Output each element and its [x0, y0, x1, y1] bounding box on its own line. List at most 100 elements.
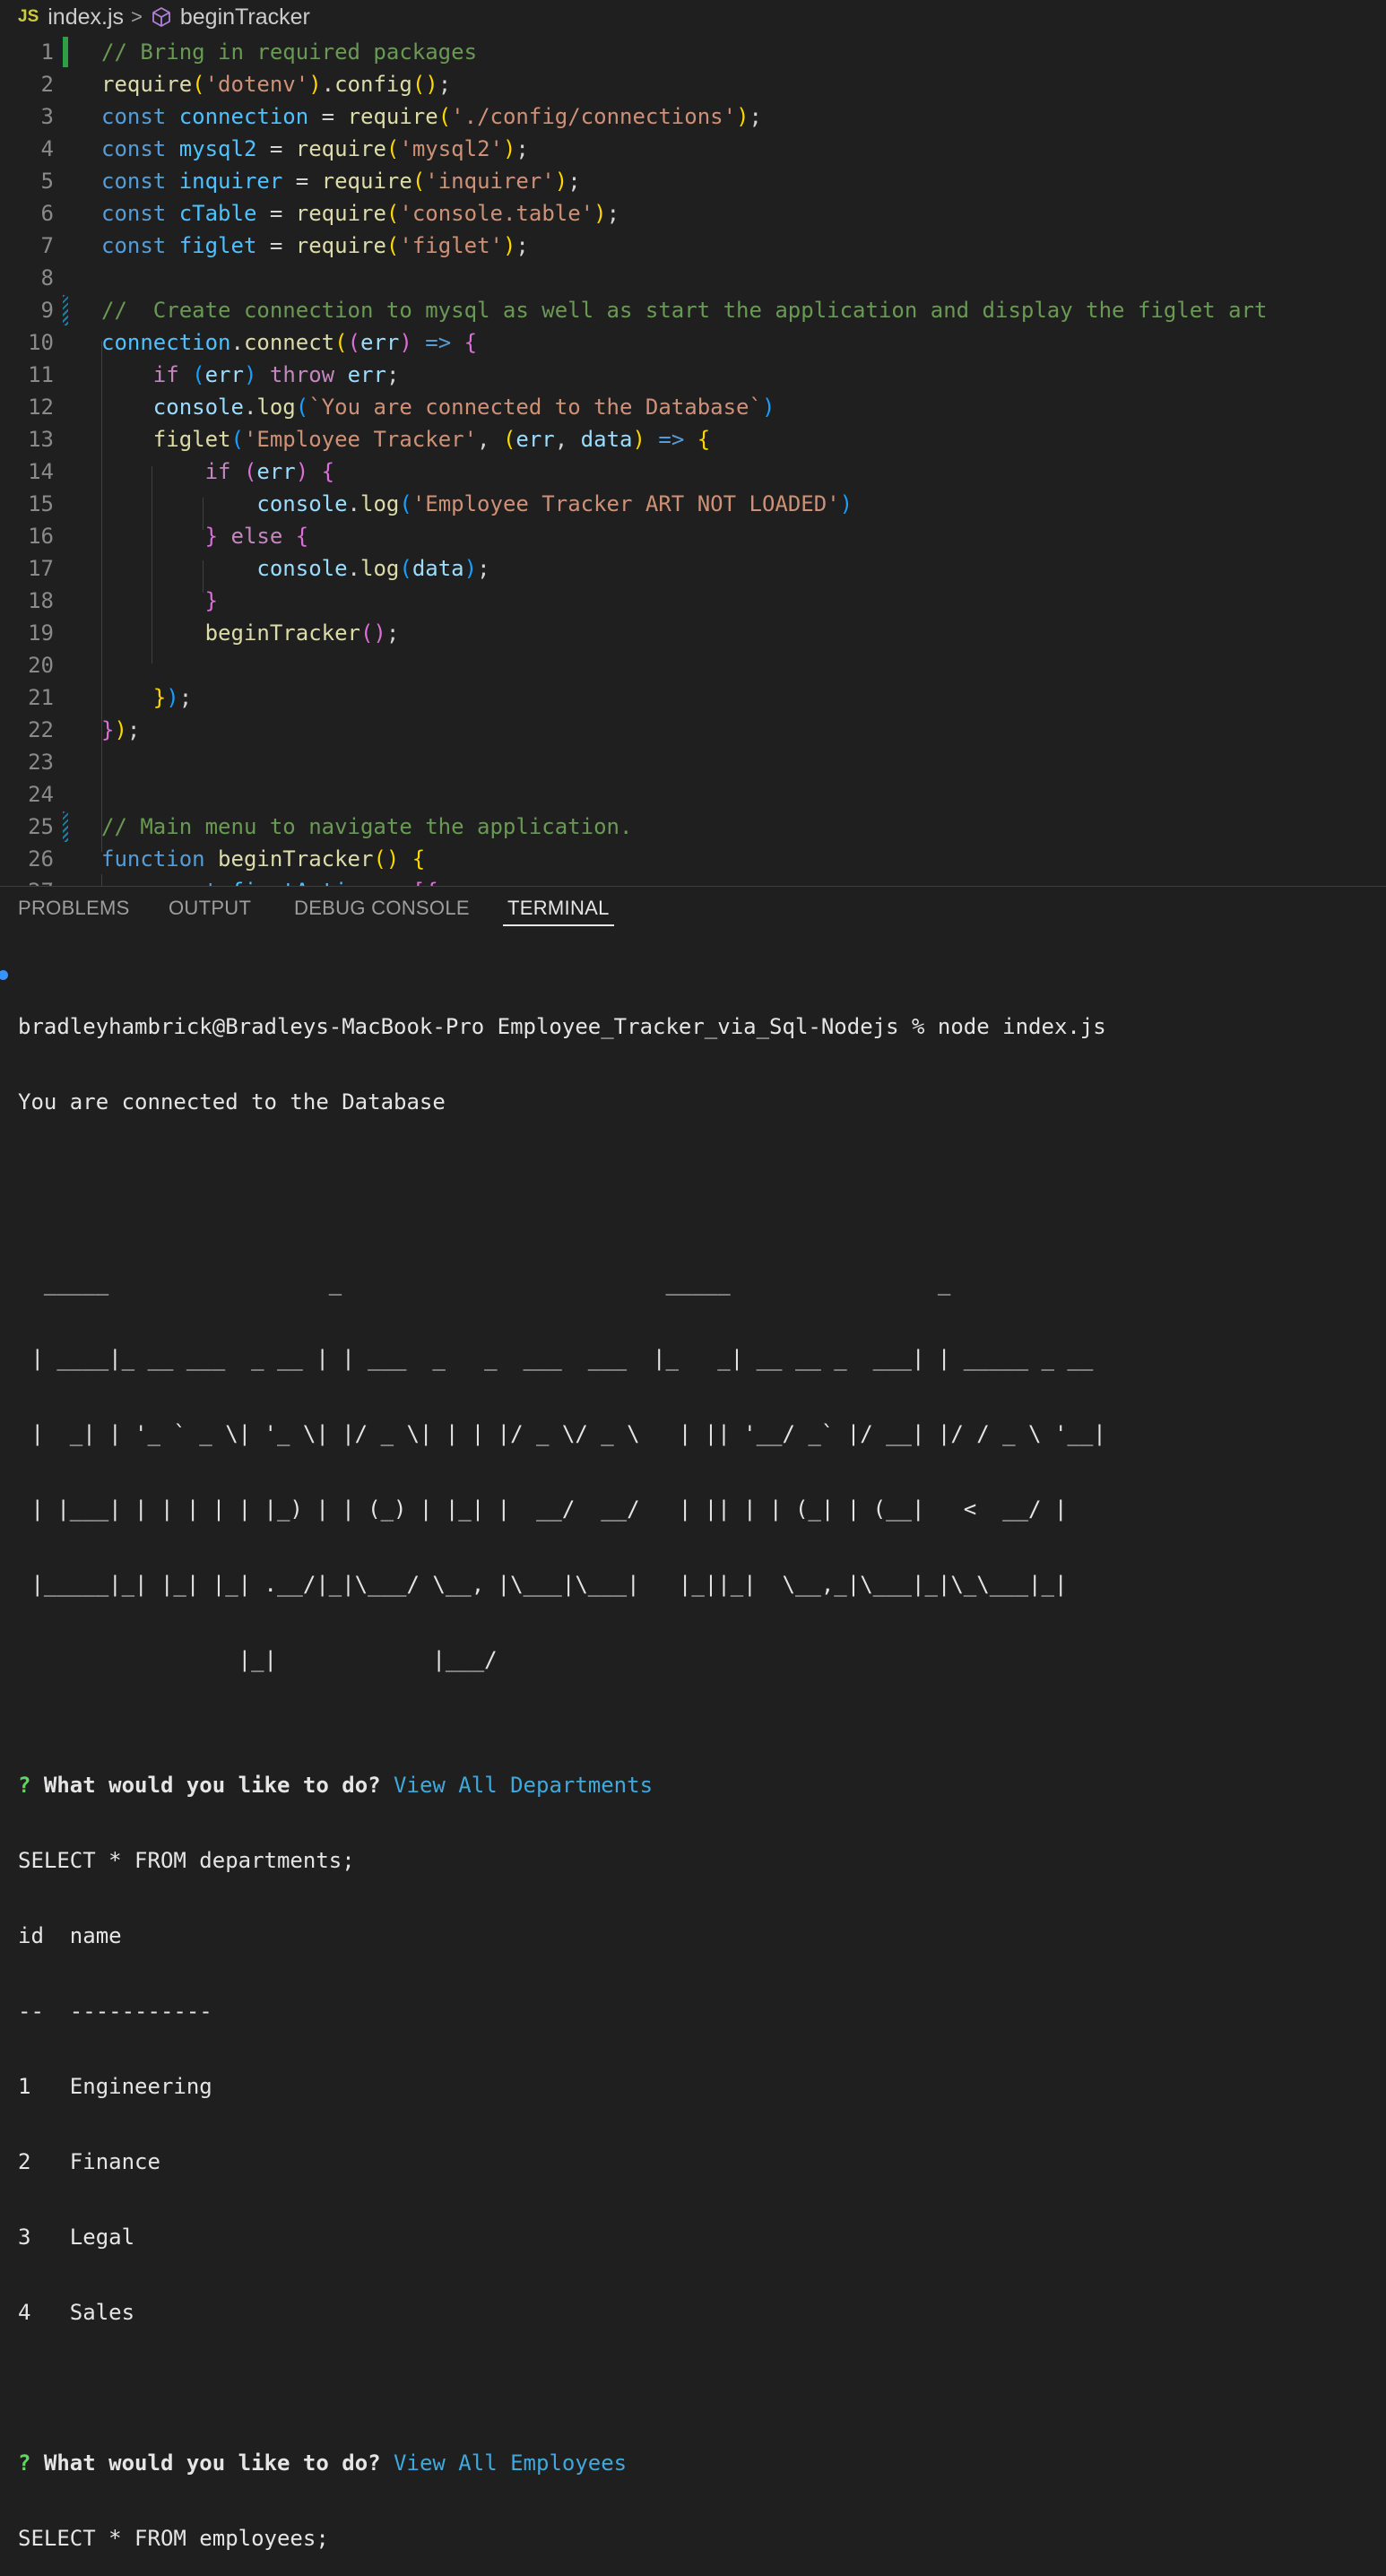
line-number: 1 — [40, 39, 54, 65]
code-token: ) — [295, 459, 309, 484]
code-line[interactable]: 23 — [0, 746, 1386, 778]
code-token: require — [321, 169, 412, 194]
code-line[interactable]: 18 } — [0, 585, 1386, 617]
code-token: ( — [192, 362, 205, 387]
code-line[interactable]: 10 connection.connect((err) => { — [0, 326, 1386, 359]
code-token: ( — [243, 459, 257, 484]
code-token: connect — [243, 330, 335, 355]
code-token: err — [256, 459, 296, 484]
code-line[interactable]: 27 const firstAction = [{ — [0, 875, 1386, 886]
code-token: 'mysql2' — [399, 136, 503, 161]
javascript-file-icon: JS — [18, 7, 39, 26]
code-line[interactable]: 9 // Create connection to mysql as well a… — [0, 294, 1386, 326]
code-token: ) — [736, 104, 749, 129]
question-text: What would you like to do? — [43, 2450, 381, 2476]
code-token: ( — [399, 491, 412, 516]
code-token: const — [101, 233, 179, 258]
sql-query-1: SELECT * FROM departments; — [18, 1848, 355, 1873]
ascii-art-line: |_| |___/ — [18, 1647, 498, 1672]
code-line[interactable]: 13 figlet('Employee Tracker', (err, data… — [0, 423, 1386, 455]
code-token: = — [308, 104, 348, 129]
code-line[interactable]: 14 if (err) { — [0, 455, 1386, 488]
code-token: ( — [347, 330, 361, 355]
code-line[interactable]: 3 const connection = require('./config/co… — [0, 100, 1386, 133]
code-line[interactable]: 15 console.log('Employee Tracker ART NOT… — [0, 488, 1386, 520]
code-line[interactable]: 24 — [0, 778, 1386, 811]
code-token: = — [256, 201, 296, 226]
code-line[interactable]: 22}); — [0, 714, 1386, 746]
command-status-dot-icon[interactable] — [0, 970, 8, 980]
question-answer: View All Departments — [394, 1773, 654, 1798]
breadcrumb: JS index.js > beginTracker — [0, 0, 1386, 34]
line-number: 25 — [28, 814, 54, 839]
code-line[interactable]: 20 — [0, 649, 1386, 681]
code-token: ( — [437, 104, 452, 129]
code-line[interactable]: 6 const cTable = require('console.table')… — [0, 197, 1386, 230]
code-token: () — [373, 846, 400, 872]
code-token: => — [411, 330, 464, 355]
code-token: ( — [230, 427, 244, 452]
code-line[interactable]: 11 if (err) throw err; — [0, 359, 1386, 391]
code-token: 'Employee Tracker' — [243, 427, 478, 452]
tab-terminal[interactable]: TERMINAL — [503, 887, 614, 926]
code-line[interactable]: 26 function beginTracker() { — [0, 843, 1386, 875]
code-line[interactable]: 12 console.log(`You are connected to the… — [0, 391, 1386, 423]
line-number: 21 — [28, 685, 54, 710]
tab-output[interactable]: OUTPUT — [169, 887, 251, 941]
code-token: require — [347, 104, 438, 129]
code-token: { — [411, 846, 426, 872]
line-number: 5 — [40, 169, 54, 194]
code-token: data — [580, 427, 633, 452]
code-token: ) — [839, 491, 853, 516]
code-token: require — [295, 233, 386, 258]
code-token: () — [359, 620, 386, 646]
code-line[interactable]: 17 console.log(data); — [0, 552, 1386, 585]
gutter-modified-marker[interactable] — [63, 811, 68, 842]
table-row: 3 Legal — [18, 2225, 135, 2250]
code-token: ; — [477, 556, 490, 581]
table-rule: -- ----------- — [18, 1999, 212, 2024]
code-line[interactable]: 8 — [0, 262, 1386, 294]
tab-debug-console[interactable]: DEBUG CONSOLE — [294, 887, 470, 941]
terminal-output[interactable]: bradleyhambrick@Bradleys-MacBook-Pro Emp… — [18, 964, 1381, 2576]
code-token: ( — [334, 330, 348, 355]
code-line[interactable]: 2 require('dotenv').config(); — [0, 68, 1386, 100]
code-token: // Main menu to navigate the application… — [101, 814, 633, 839]
tab-problems[interactable]: PROBLEMS — [18, 887, 130, 941]
code-line[interactable]: 7 const figlet = require('figlet'); — [0, 230, 1386, 262]
code-text: function beginTracker() { — [101, 843, 425, 875]
code-text: require('dotenv').config(); — [101, 68, 451, 100]
code-token: } — [204, 524, 219, 549]
line-number: 17 — [28, 556, 54, 581]
code-line[interactable]: 5 const inquirer = require('inquirer'); — [0, 165, 1386, 197]
code-token: ) — [308, 72, 322, 97]
code-token: function — [101, 846, 219, 872]
line-number: 14 — [28, 459, 54, 484]
code-line[interactable]: 16 } else { — [0, 520, 1386, 552]
code-line[interactable]: 1 // Bring in required packages — [0, 36, 1386, 68]
code-token: [{ — [412, 879, 438, 886]
question-text: What would you like to do? — [43, 1773, 381, 1798]
panel-tabs: PROBLEMS OUTPUT DEBUG CONSOLE TERMINAL — [0, 887, 1386, 941]
code-token: 'inquirer' — [425, 169, 555, 194]
code-editor[interactable]: 1// Bring in required packages 2 require('… — [0, 34, 1386, 886]
code-token: require — [295, 136, 386, 161]
code-token: { — [697, 427, 711, 452]
code-line[interactable]: 21 }); — [0, 681, 1386, 714]
breadcrumb-symbol[interactable]: beginTracker — [180, 4, 310, 30]
code-line[interactable]: 25 // Main menu to navigate the applicati… — [0, 811, 1386, 843]
code-token: connection — [178, 104, 309, 129]
code-token: ) — [593, 201, 607, 226]
gutter-added-marker[interactable] — [63, 37, 68, 67]
code-line[interactable]: 19 beginTracker(); — [0, 617, 1386, 649]
breadcrumb-file[interactable]: index.js — [48, 4, 124, 30]
code-text: connection.connect((err) => { — [101, 326, 477, 359]
code-token: const — [101, 169, 179, 194]
gutter-modified-marker[interactable] — [63, 295, 68, 325]
code-token: ) — [502, 233, 516, 258]
code-line[interactable]: 4 const mysql2 = require('mysql2'); — [0, 133, 1386, 165]
